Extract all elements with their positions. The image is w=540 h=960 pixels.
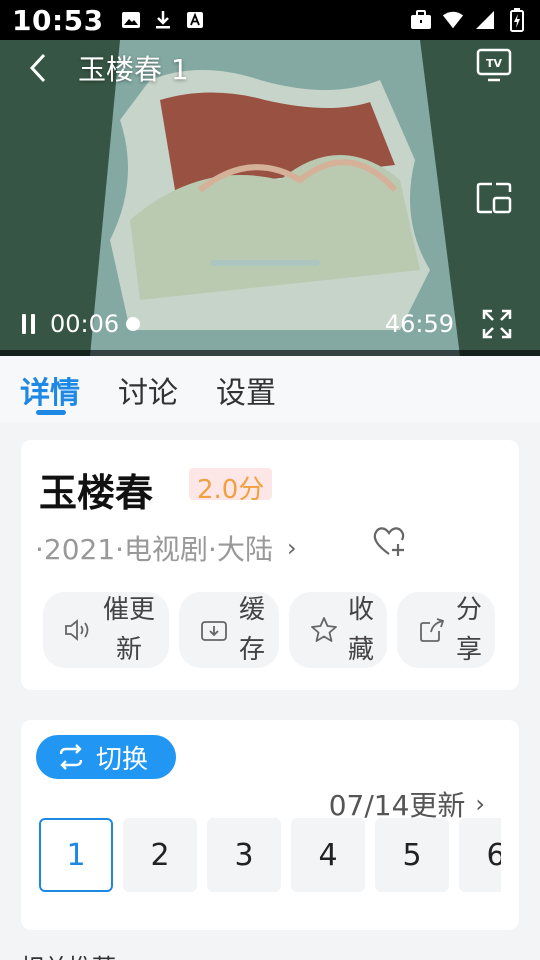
switch-source-label: 切换 (96, 744, 149, 775)
battery-icon (506, 8, 528, 32)
switch-source-button[interactable]: 切换 (36, 735, 176, 779)
speaker-icon (63, 615, 93, 645)
star-icon (309, 615, 339, 645)
player-controls: 00:06 46:59 (0, 306, 540, 342)
share-button[interactable]: 分享 (397, 592, 495, 668)
urge-update-label: 催更新 (102, 595, 155, 665)
pause-icon (22, 314, 35, 334)
episode-button[interactable]: 1 (39, 818, 113, 892)
player-topbar: 玉楼春 1 (0, 40, 540, 96)
action-row: 催更新 缓存 收藏 分享 (43, 592, 495, 668)
detail-tabs: 详情 讨论 设置 (0, 356, 540, 422)
cache-button[interactable]: 缓存 (179, 592, 279, 668)
score-badge: 2.0分 (189, 468, 273, 500)
episode-button[interactable]: 4 (291, 818, 365, 892)
back-button[interactable] (16, 46, 60, 90)
related-heading: 相关推荐 (20, 948, 116, 960)
swap-icon (56, 742, 86, 772)
chevron-left-icon (29, 53, 46, 83)
wifi-icon (442, 9, 464, 31)
seek-bar[interactable] (125, 312, 365, 336)
collect-button[interactable]: 收藏 (289, 592, 387, 668)
pause-button[interactable] (16, 309, 42, 339)
status-left-icons (120, 9, 206, 31)
pip-button[interactable] (474, 178, 514, 218)
status-right-icons (410, 8, 528, 32)
total-time: 46:59 (384, 310, 454, 338)
tab-settings[interactable]: 设置 (216, 356, 276, 412)
detail-card: 玉楼春 2.0分 ·2021·电视剧·大陆 › 催更新 缓存 收藏 分享 (21, 440, 519, 690)
follow-button[interactable] (371, 524, 409, 560)
download-box-icon (199, 615, 229, 645)
video-player[interactable]: 玉楼春 1 TV 00:06 46:59 (0, 40, 540, 356)
image-icon (120, 9, 142, 31)
signal-icon (474, 9, 496, 31)
tab-discussion[interactable]: 讨论 (118, 356, 178, 412)
picture-in-picture-icon (476, 182, 512, 214)
seek-thumb[interactable] (125, 317, 140, 331)
fullscreen-icon (482, 309, 512, 339)
font-icon (184, 9, 206, 31)
collect-label: 收藏 (347, 595, 374, 665)
fullscreen-button[interactable] (482, 309, 512, 339)
briefcase-icon (410, 9, 432, 31)
heart-plus-icon (373, 527, 405, 556)
show-title: 玉楼春 (39, 471, 154, 515)
episode-button[interactable]: 6 (459, 818, 501, 892)
episode-button[interactable]: 2 (123, 818, 197, 892)
chevron-right-icon: › (286, 534, 297, 562)
episode-button[interactable]: 5 (375, 818, 449, 892)
episode-list: 123456 (39, 818, 501, 894)
cache-label: 缓存 (238, 595, 265, 665)
episode-button[interactable]: 3 (207, 818, 281, 892)
episodes-card: 切换 07/14更新 › 123456 (21, 720, 519, 930)
cast-button[interactable]: TV (474, 44, 514, 84)
meta-line[interactable]: ·2021·电视剧·大陆 › (35, 528, 297, 568)
svg-text:TV: TV (486, 57, 503, 70)
download-icon (152, 9, 174, 31)
episode-track: 123456 (39, 818, 501, 892)
share-icon (417, 615, 447, 645)
tv-icon: TV (476, 48, 512, 82)
tab-details[interactable]: 详情 (20, 356, 80, 415)
status-time: 10:53 (12, 3, 104, 37)
meta-text: ·2021·电视剧·大陆 (35, 533, 273, 566)
share-label: 分享 (455, 595, 482, 665)
video-title: 玉楼春 1 (78, 53, 189, 86)
urge-update-button[interactable]: 催更新 (43, 592, 169, 668)
current-time: 00:06 (50, 310, 120, 338)
status-bar: 10:53 (0, 0, 540, 40)
chevron-right-icon: › (475, 790, 485, 818)
